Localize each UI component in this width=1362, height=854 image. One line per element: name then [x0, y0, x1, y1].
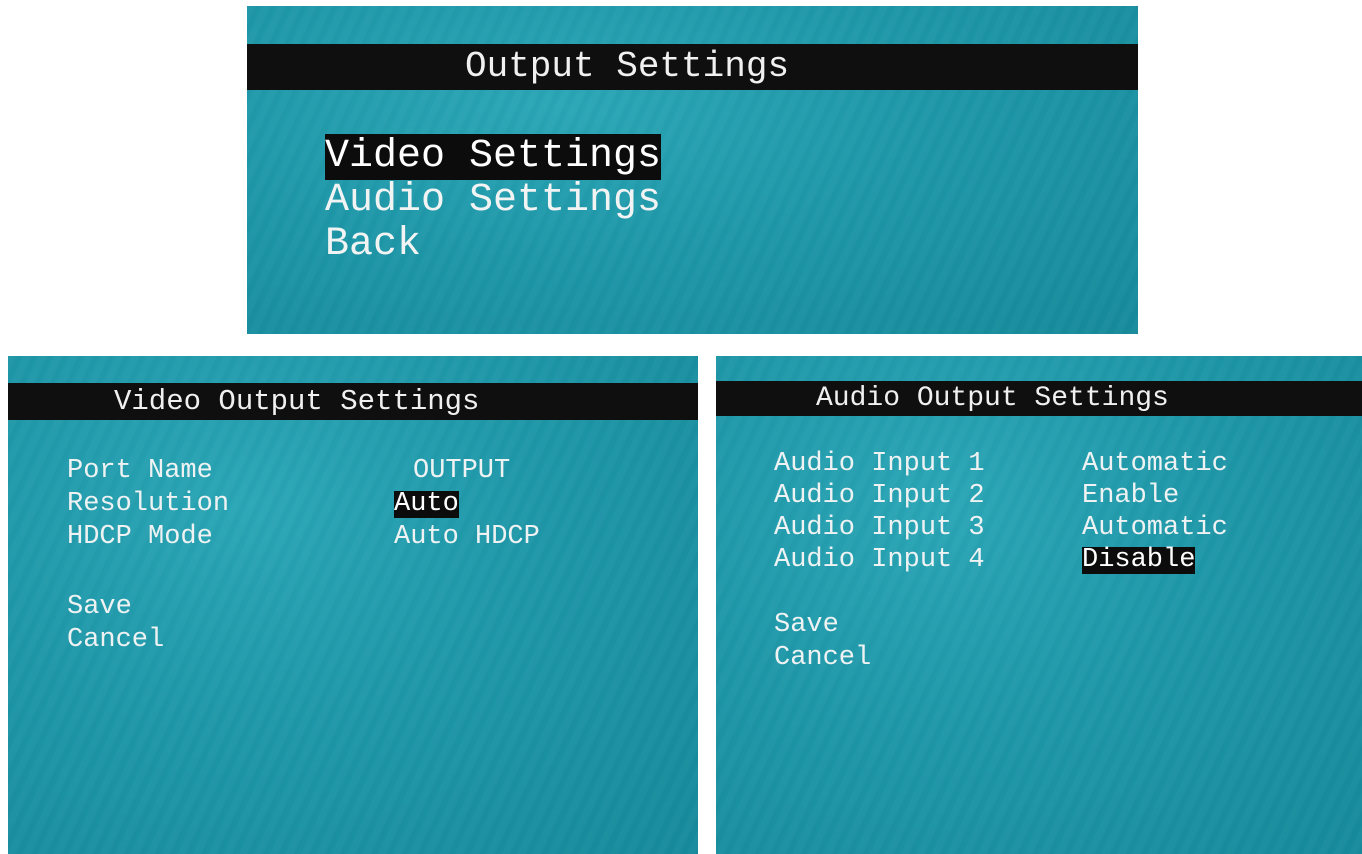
- hdcp-mode-value-text: Auto HDCP: [394, 522, 540, 552]
- audio-output-settings-title: Audio Output Settings: [716, 381, 1362, 416]
- audio-input-4-value-text: Disable: [1082, 545, 1196, 575]
- output-settings-title: Output Settings: [247, 44, 1138, 90]
- resolution-value[interactable]: Auto: [394, 491, 459, 518]
- hdcp-mode-label: HDCP Mode: [67, 522, 213, 552]
- hdcp-mode-value[interactable]: Auto HDCP: [394, 524, 540, 551]
- audio-input-3-label: Audio Input 3: [774, 513, 985, 543]
- port-name-label: Port Name: [67, 456, 213, 486]
- audio-input-1-label: Audio Input 1: [774, 449, 985, 479]
- audio-output-settings-screen: Audio Output Settings Audio Input 1 Auto…: [716, 356, 1362, 854]
- resolution-value-text: Auto: [394, 489, 459, 519]
- audio-input-3-value-text: Automatic: [1082, 513, 1228, 543]
- menu-item-video-settings[interactable]: Video Settings: [325, 134, 662, 180]
- audio-input-4-label: Audio Input 4: [774, 545, 985, 575]
- audio-input-4-value[interactable]: Disable: [1082, 545, 1196, 575]
- output-settings-screen: Output Settings Video Settings Audio Set…: [247, 6, 1138, 334]
- port-name-value-text: OUTPUT: [413, 456, 511, 486]
- menu-item-back[interactable]: Back: [325, 222, 421, 268]
- menu-item-label: Video Settings: [325, 134, 662, 180]
- cancel-button[interactable]: Cancel: [67, 627, 164, 654]
- audio-input-1-value-text: Automatic: [1082, 449, 1228, 479]
- menu-item-audio-settings[interactable]: Audio Settings: [325, 178, 661, 224]
- menu-item-label: Audio Settings: [325, 178, 662, 223]
- resolution-label: Resolution: [67, 489, 230, 519]
- port-name-value[interactable]: OUTPUT: [413, 458, 510, 485]
- audio-input-1-value[interactable]: Automatic: [1082, 451, 1228, 478]
- audio-input-2-label: Audio Input 2: [774, 481, 985, 511]
- video-output-settings-title: Video Output Settings: [8, 383, 698, 420]
- video-output-settings-screen: Video Output Settings Port Name OUTPUT R…: [8, 356, 698, 854]
- audio-input-2-value-text: Enable: [1082, 481, 1180, 511]
- save-button[interactable]: Save: [774, 612, 839, 639]
- cancel-button[interactable]: Cancel: [774, 645, 871, 672]
- menu-item-label: Back: [325, 222, 422, 267]
- audio-input-2-value[interactable]: Enable: [1082, 483, 1179, 510]
- audio-input-3-value[interactable]: Automatic: [1082, 515, 1228, 542]
- save-button[interactable]: Save: [67, 594, 132, 621]
